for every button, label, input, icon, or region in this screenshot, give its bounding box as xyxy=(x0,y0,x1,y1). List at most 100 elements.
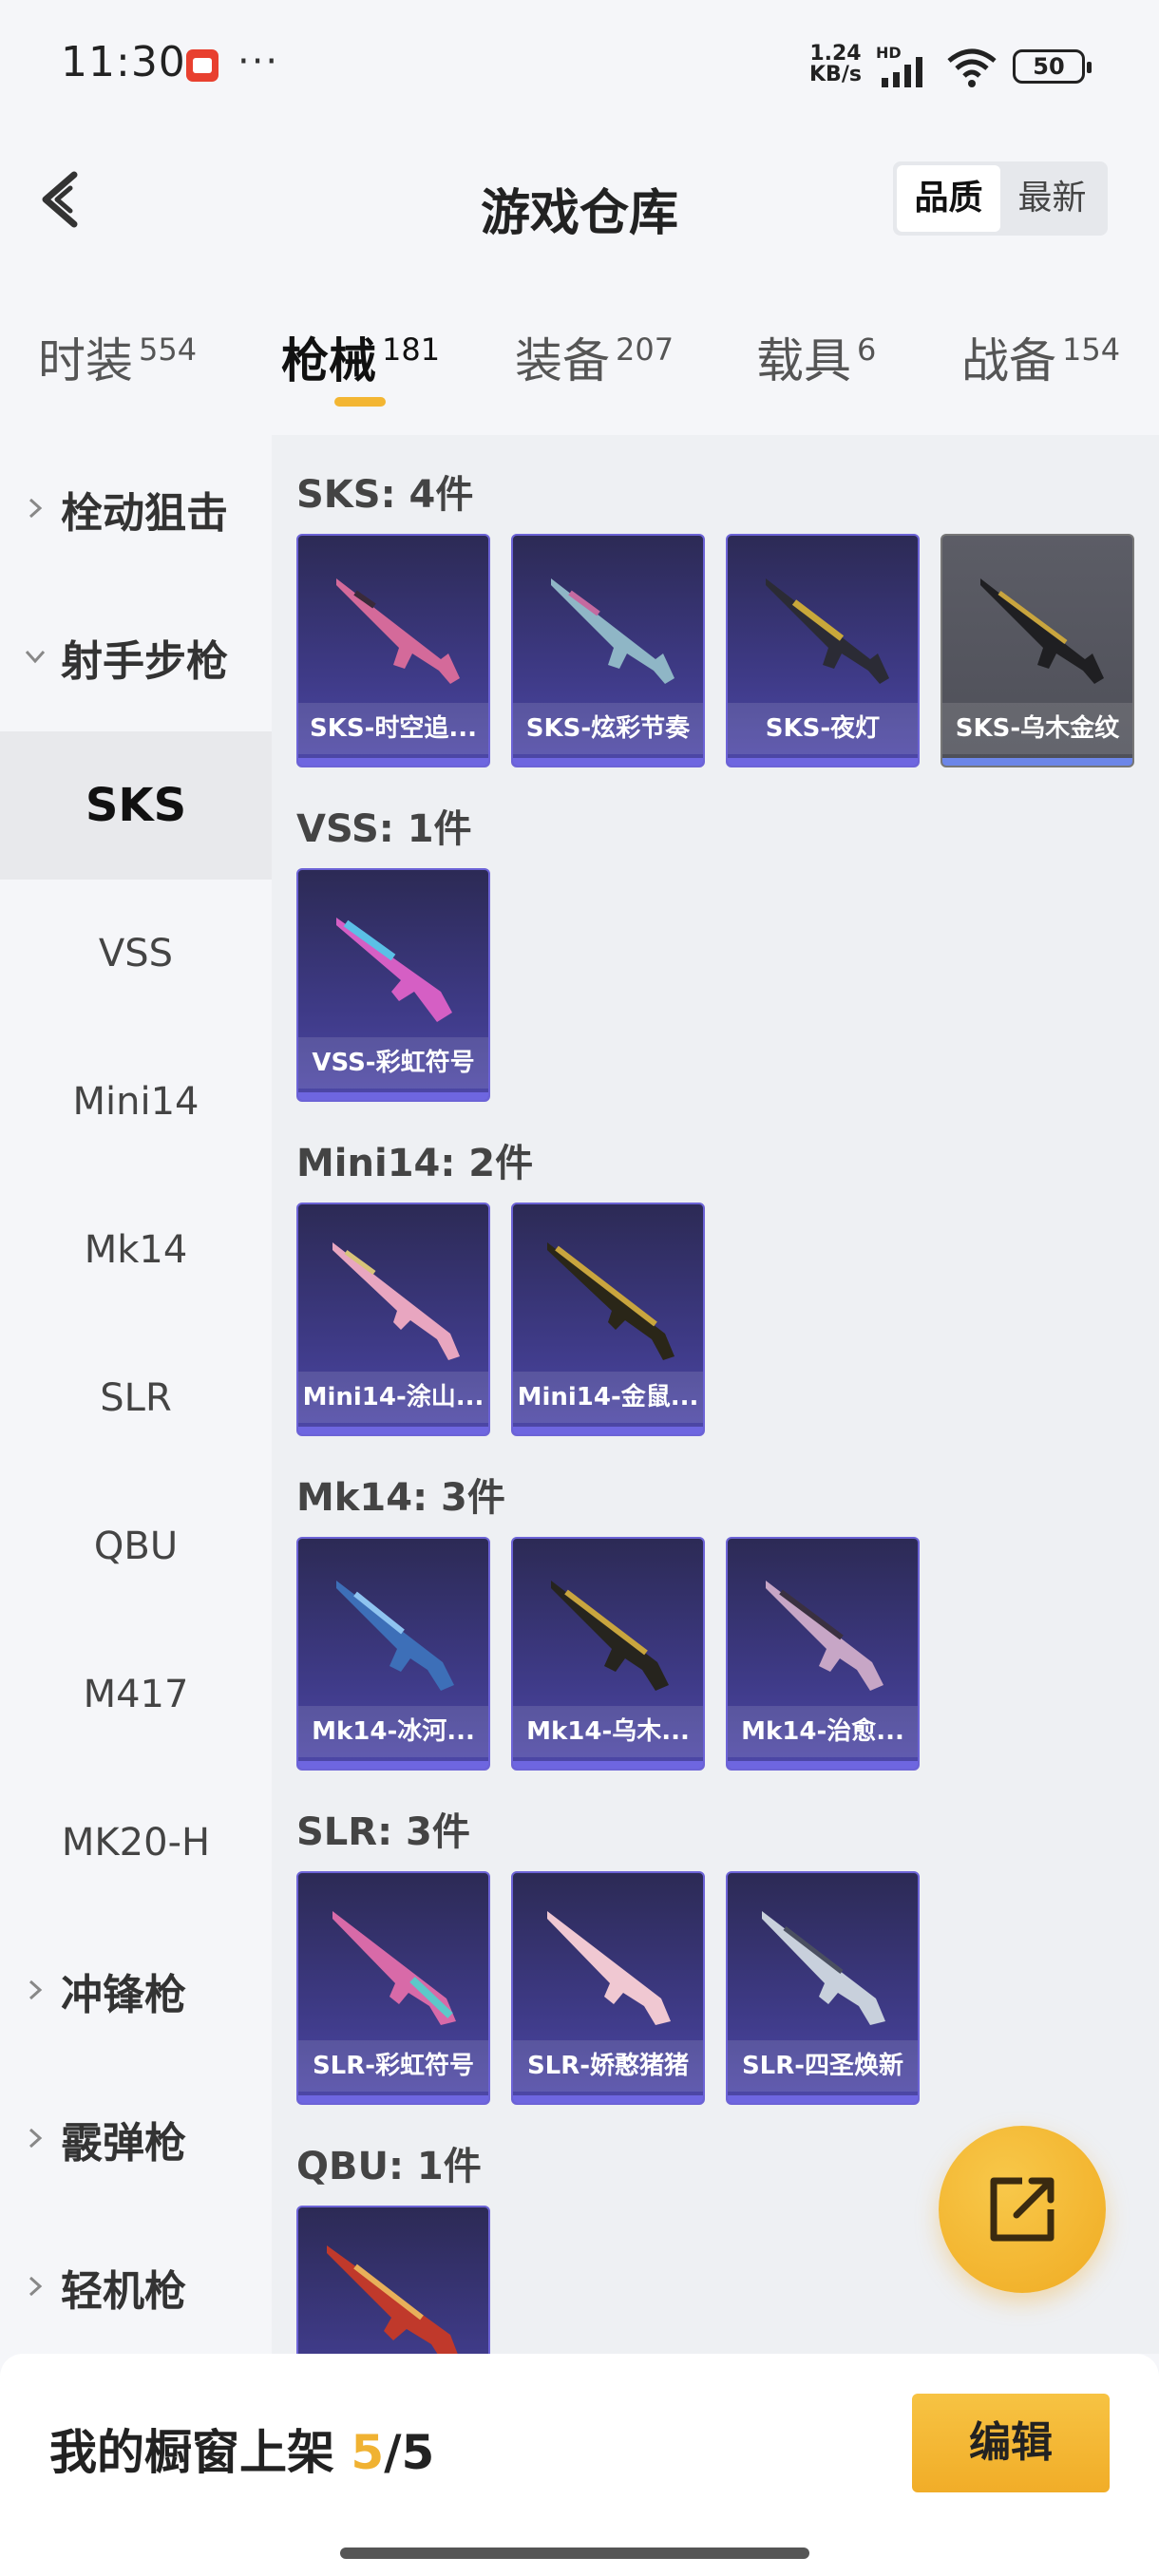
rarity-bar xyxy=(513,2095,703,2103)
showcase-status: 我的橱窗上架 5/5 xyxy=(49,2415,434,2483)
tab-label: 战备 xyxy=(961,333,1056,388)
category-tabs: 时装 554 枪械 181 装备 207 载具 6 战备 154 xyxy=(0,313,1159,418)
rarity-bar xyxy=(513,1427,703,1434)
weapon-card[interactable]: SLR-娇憨猪猪 xyxy=(511,1871,705,2105)
home-indicator[interactable] xyxy=(340,2548,809,2559)
tab-equipment[interactable]: 装备 207 xyxy=(515,323,674,391)
sidebar-item-qbu[interactable]: QBU xyxy=(0,1472,272,1620)
share-external-icon xyxy=(990,2177,1054,2242)
chevron-right-icon xyxy=(28,1979,43,2000)
tab-vehicles[interactable]: 载具 6 xyxy=(756,323,876,391)
weapon-name: Mk14-治愈... xyxy=(728,1706,918,1757)
weapon-card[interactable]: Mini14-涂山... xyxy=(296,1203,490,1436)
sidebar-group-shotgun[interactable]: 霰弹枪 xyxy=(0,2065,272,2213)
sidebar-group-lmg[interactable]: 轻机枪 xyxy=(0,2213,272,2361)
sidebar-item-mk20h[interactable]: MK20-H xyxy=(0,1769,272,1917)
tab-supplies[interactable]: 战备 154 xyxy=(961,323,1120,391)
rifle-image-icon xyxy=(762,1911,885,2025)
weapon-card[interactable] xyxy=(296,2206,490,2354)
sidebar-item-mk14[interactable]: Mk14 xyxy=(0,1176,272,1324)
weapon-card[interactable]: VSS-彩虹符号 xyxy=(296,868,490,1102)
section-title-slr: SLR: 3件 xyxy=(296,1810,470,1854)
sidebar-group-marksman[interactable]: 射手步枪 xyxy=(0,583,272,731)
sidebar-item-m417[interactable]: M417 xyxy=(0,1620,272,1769)
sidebar-group-label: 栓动狙击 xyxy=(61,489,228,538)
sidebar-group-label: 轻机枪 xyxy=(61,2267,186,2316)
rifle-image-icon xyxy=(766,1581,884,1691)
sort-toggle: 品质 最新 xyxy=(893,161,1108,236)
share-button[interactable] xyxy=(939,2126,1106,2293)
sort-quality-button[interactable]: 品质 xyxy=(897,165,1000,232)
section-title-sks: SKS: 4件 xyxy=(296,473,474,517)
weapon-card[interactable]: SKS-炫彩节奏 xyxy=(511,534,705,767)
chevron-right-icon xyxy=(28,498,43,519)
weapon-name: SLR-娇憨猪猪 xyxy=(513,2040,703,2092)
sidebar-group-label: 冲锋枪 xyxy=(61,1971,186,2019)
weapon-card[interactable]: SKS-乌木金纹 xyxy=(940,534,1134,767)
weapon-card[interactable]: Mk14-治愈... xyxy=(726,1537,920,1771)
weapon-card[interactable]: SKS-夜灯 xyxy=(726,534,920,767)
rifle-image-icon xyxy=(547,1911,671,2025)
section-title-mk14: Mk14: 3件 xyxy=(296,1476,505,1520)
chevron-down-icon xyxy=(25,650,46,664)
weapon-name: Mk14-乌木... xyxy=(513,1706,703,1757)
showcase-label: 我的橱窗上架 xyxy=(49,2425,334,2480)
more-notifications-icon: ··· xyxy=(238,40,280,84)
weapon-card[interactable]: SLR-四圣焕新 xyxy=(726,1871,920,2105)
tab-count: 554 xyxy=(139,331,198,368)
tab-label: 枪械 xyxy=(281,333,376,388)
weapon-name: SKS-炫彩节奏 xyxy=(513,703,703,754)
rarity-bar xyxy=(298,1761,488,1769)
sidebar-group-bolt-sniper[interactable]: 栓动狙击 xyxy=(0,435,272,583)
tab-label: 装备 xyxy=(515,333,610,388)
sidebar-group-smg[interactable]: 冲锋枪 xyxy=(0,1917,272,2065)
weapon-card[interactable]: Mini14-金鼠... xyxy=(511,1203,705,1436)
edit-button[interactable]: 编辑 xyxy=(912,2394,1110,2492)
status-time: 11:30 xyxy=(61,38,186,86)
battery-icon: 50 xyxy=(1013,49,1092,84)
rifle-image-icon xyxy=(336,918,452,1022)
weapon-name: VSS-彩虹符号 xyxy=(298,1037,488,1089)
rifle-image-icon xyxy=(547,1242,674,1360)
rifle-image-icon xyxy=(766,578,889,684)
rarity-bar xyxy=(728,758,918,766)
rarity-bar xyxy=(298,758,488,766)
tab-fashion[interactable]: 时装 554 xyxy=(38,323,197,391)
bottom-bar: 我的橱窗上架 5/5 编辑 xyxy=(0,2354,1159,2576)
rarity-bar xyxy=(298,1427,488,1434)
rarity-bar xyxy=(728,1761,918,1769)
rarity-bar xyxy=(513,1761,703,1769)
rarity-bar xyxy=(728,2095,918,2103)
cell-signal-icon xyxy=(882,57,922,87)
weapon-name: SLR-四圣焕新 xyxy=(728,2040,918,2092)
active-tab-indicator xyxy=(334,397,386,407)
weapon-card[interactable]: Mk14-冰河... xyxy=(296,1537,490,1771)
rifle-image-icon xyxy=(551,578,674,684)
tab-guns[interactable]: 枪械 181 xyxy=(281,323,440,391)
rarity-bar xyxy=(942,758,1132,766)
status-bar: 11:30 ··· 1.24 KB/s HD 50 xyxy=(0,0,1159,133)
weapon-card[interactable]: Mk14-乌木... xyxy=(511,1537,705,1771)
rifle-image-icon xyxy=(336,578,460,684)
rifle-image-icon xyxy=(551,1581,669,1691)
tab-label: 载具 xyxy=(756,333,851,388)
section-title-mini14: Mini14: 2件 xyxy=(296,1142,534,1185)
rarity-bar xyxy=(298,1092,488,1100)
tab-count: 207 xyxy=(616,331,674,368)
rifle-image-icon xyxy=(332,1242,460,1360)
rifle-image-icon xyxy=(336,1581,454,1691)
sidebar-group-label: 射手步枪 xyxy=(61,637,228,686)
sidebar-item-vss[interactable]: VSS xyxy=(0,880,272,1028)
weapon-card[interactable]: SLR-彩虹符号 xyxy=(296,1871,490,2105)
weapon-card[interactable]: SKS-时空追... xyxy=(296,534,490,767)
tab-count: 154 xyxy=(1062,331,1121,368)
sort-latest-button[interactable]: 最新 xyxy=(1000,165,1104,232)
sidebar-item-sks[interactable]: SKS xyxy=(0,731,272,880)
sidebar-item-mini14[interactable]: Mini14 xyxy=(0,1028,272,1176)
showcase-current-count: 5 xyxy=(351,2425,385,2480)
weapon-name: SKS-时空追... xyxy=(298,703,488,754)
sidebar-group-label: 霰弹枪 xyxy=(61,2119,186,2168)
weapon-name: SLR-彩虹符号 xyxy=(298,2040,488,2092)
sidebar-item-slr[interactable]: SLR xyxy=(0,1324,272,1472)
network-speed-value: 1.24 xyxy=(809,42,862,66)
